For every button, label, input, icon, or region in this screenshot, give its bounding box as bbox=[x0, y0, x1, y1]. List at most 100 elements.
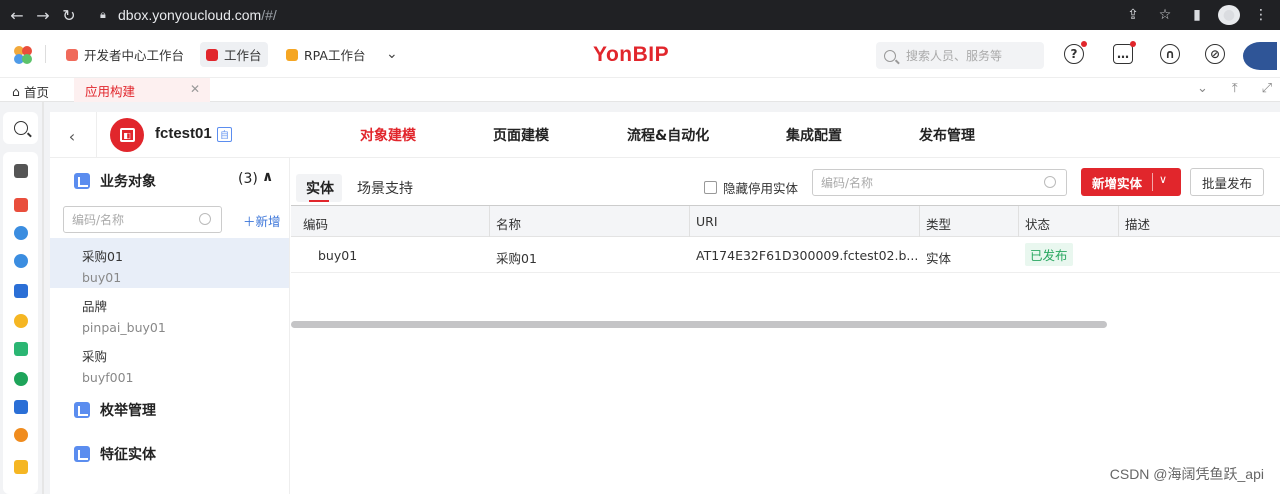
close-icon[interactable]: ✕ bbox=[190, 82, 200, 96]
global-search-input[interactable]: 搜索人员、服务等 bbox=[876, 42, 1044, 69]
sidebar-search-input[interactable]: 编码/名称 bbox=[63, 206, 222, 233]
column-divider[interactable] bbox=[1118, 206, 1119, 237]
tab-scenario-support[interactable]: 场景支持 bbox=[357, 178, 413, 198]
col-description[interactable]: 描述 bbox=[1125, 214, 1150, 233]
rail-app-list bbox=[3, 152, 38, 494]
sidebar-group-enum[interactable]: 枚举管理 bbox=[74, 400, 156, 420]
new-entity-button[interactable]: 新增实体 ∨ bbox=[1081, 168, 1181, 196]
workbench-icon bbox=[206, 48, 218, 61]
col-name[interactable]: 名称 bbox=[496, 214, 521, 233]
star-icon[interactable]: ☆ bbox=[1154, 7, 1176, 23]
workbench-tab-label: RPA工作台 bbox=[304, 48, 366, 63]
reload-icon[interactable]: ↻ bbox=[56, 0, 82, 30]
chevron-double-down-icon[interactable]: ⌄ bbox=[1197, 81, 1208, 96]
bulk-publish-button[interactable]: 批量发布 bbox=[1190, 168, 1264, 196]
share-icon[interactable]: ⇪ bbox=[1122, 7, 1144, 23]
app-icon-green-1[interactable] bbox=[14, 342, 28, 356]
tab-home[interactable]: ⌂ 首页 bbox=[12, 82, 49, 101]
pin-top-icon[interactable]: ⤒ bbox=[1232, 81, 1238, 96]
help-icon[interactable]: ? bbox=[1064, 41, 1087, 64]
entity-search-placeholder: 编码/名称 bbox=[821, 176, 874, 190]
sidebar-item-name: 品牌 bbox=[82, 299, 108, 314]
new-entity-label: 新增实体 bbox=[1092, 175, 1143, 191]
sidebar-item-pinpai[interactable]: 品牌 pinpai_buy01 bbox=[50, 288, 289, 338]
workbench-tab-main[interactable]: 工作台 bbox=[200, 42, 268, 67]
sidebar-group-feature[interactable]: 特征实体 bbox=[74, 444, 156, 464]
sidebar-item-code: buy01 bbox=[82, 270, 122, 285]
search-icon bbox=[13, 121, 28, 135]
address-bar[interactable]: dbox.yonyoucloud.com/#/ bbox=[118, 7, 277, 23]
add-object-button[interactable]: ＋新增 bbox=[243, 211, 281, 230]
hide-disabled-checkbox[interactable]: 隐藏停用实体 bbox=[704, 178, 798, 197]
brand-logo: YonBIP bbox=[593, 43, 670, 66]
nav-integration-config[interactable]: 集成配置 bbox=[786, 125, 842, 145]
search-icon bbox=[199, 213, 211, 225]
sidebar-search-placeholder: 编码/名称 bbox=[72, 213, 125, 227]
app-logo-icon: ◧ bbox=[110, 118, 144, 152]
compass-icon[interactable]: ⊘ bbox=[1205, 44, 1225, 64]
lock-icon[interactable]: 🔒︎ bbox=[100, 8, 114, 22]
col-status[interactable]: 状态 bbox=[1025, 214, 1050, 233]
left-app-rail bbox=[0, 102, 44, 494]
entity-table-header: 编码 名称 URI 类型 状态 描述 bbox=[291, 205, 1280, 237]
nav-release-management[interactable]: 发布管理 bbox=[919, 125, 975, 145]
active-tab-indicator bbox=[309, 200, 329, 202]
col-code[interactable]: 编码 bbox=[303, 214, 328, 233]
profile-icon[interactable]: ● bbox=[1218, 5, 1240, 25]
app-icon-blue-1[interactable] bbox=[14, 226, 28, 240]
nav-object-modeling[interactable]: 对象建模 bbox=[360, 125, 416, 145]
entity-search-input[interactable]: 编码/名称 bbox=[812, 169, 1067, 196]
app-icon-red[interactable] bbox=[14, 198, 28, 212]
app-icon-star[interactable] bbox=[14, 460, 28, 474]
search-icon bbox=[1044, 176, 1056, 188]
tab-home-label: 首页 bbox=[23, 85, 49, 100]
forward-arrow-icon[interactable]: → bbox=[30, 0, 56, 30]
table-row[interactable]: buy01 采购01 AT174E32F61D300009.fctest02.b… bbox=[291, 237, 1280, 273]
headset-icon[interactable]: ∩ bbox=[1160, 44, 1180, 64]
column-divider[interactable] bbox=[919, 206, 920, 237]
tab-entity[interactable]: 实体 bbox=[306, 178, 334, 198]
nav-process-automation[interactable]: 流程&自动化 bbox=[627, 125, 709, 145]
cell-name: 采购01 bbox=[496, 251, 537, 266]
sidebar-item-buy01[interactable]: 采购01 buy01 bbox=[50, 238, 289, 288]
col-uri[interactable]: URI bbox=[696, 214, 718, 229]
workbench-tab-rpa[interactable]: RPA工作台 bbox=[280, 42, 371, 67]
back-arrow-icon[interactable]: ← bbox=[4, 0, 30, 30]
hide-disabled-label: 隐藏停用实体 bbox=[723, 181, 799, 196]
horizontal-scrollbar[interactable] bbox=[291, 321, 1107, 328]
app-icon-blue-3[interactable] bbox=[14, 284, 28, 298]
workbench-tab-developer[interactable]: 开发者中心工作台 bbox=[60, 42, 190, 67]
menu-kebab-icon[interactable]: ⋮ bbox=[1250, 7, 1272, 23]
column-divider[interactable] bbox=[1018, 206, 1019, 237]
app-icon-orange[interactable] bbox=[14, 428, 28, 442]
chevron-up-icon[interactable]: ∧ bbox=[262, 169, 273, 185]
more-tabs-chevron-down-icon[interactable]: ⌄ bbox=[386, 46, 398, 62]
chevron-down-icon[interactable]: ∨ bbox=[1159, 173, 1167, 186]
app-icon-monitor[interactable] bbox=[14, 400, 28, 414]
column-divider[interactable] bbox=[489, 206, 490, 237]
sidebar-group-label: 特征实体 bbox=[100, 447, 156, 463]
checkbox-box[interactable] bbox=[704, 181, 717, 194]
app-icon-yellow[interactable] bbox=[14, 314, 28, 328]
feature-entity-icon bbox=[74, 446, 90, 462]
rail-search-button[interactable] bbox=[3, 112, 38, 144]
user-avatar[interactable] bbox=[1243, 42, 1277, 70]
sidebar-item-buyf001[interactable]: 采购 buyf001 bbox=[50, 338, 289, 388]
notification-dot bbox=[1081, 41, 1087, 47]
column-divider[interactable] bbox=[689, 206, 690, 237]
tab-app-build[interactable]: 应用构建 ✕ bbox=[74, 78, 210, 102]
app-icon-green-2[interactable] bbox=[14, 372, 28, 386]
app-icon-blue-2[interactable] bbox=[14, 254, 28, 268]
folder-app-icon[interactable] bbox=[14, 164, 28, 178]
sidebar-toggle-icon[interactable]: ▮ bbox=[1186, 7, 1208, 23]
back-chevron-icon[interactable]: ‹ bbox=[60, 124, 84, 148]
expand-icon[interactable]: ⤢ bbox=[1262, 81, 1272, 96]
sidebar-group-label: 业务对象 bbox=[100, 174, 156, 190]
sidebar-group-business-objects[interactable]: 业务对象 bbox=[74, 171, 156, 191]
nav-page-modeling[interactable]: 页面建模 bbox=[493, 125, 549, 145]
search-icon bbox=[884, 49, 896, 62]
message-icon[interactable]: … bbox=[1113, 41, 1136, 64]
app-launcher-logo-icon[interactable] bbox=[12, 44, 34, 66]
col-type[interactable]: 类型 bbox=[926, 214, 951, 233]
tab-app-build-label: 应用构建 bbox=[85, 83, 136, 99]
